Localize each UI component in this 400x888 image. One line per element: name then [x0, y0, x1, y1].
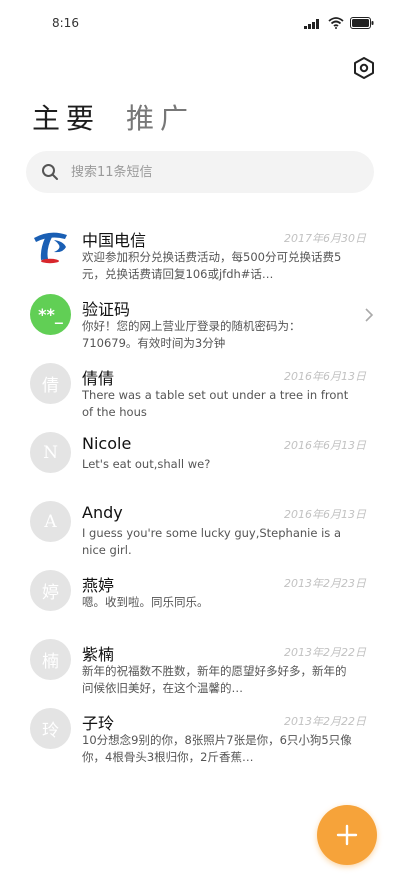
- wifi-icon: [328, 17, 344, 29]
- avatar: A: [30, 501, 71, 542]
- tab-promotions[interactable]: 推广: [126, 97, 194, 137]
- message-sender: Andy: [82, 503, 123, 522]
- settings-hexagon-icon[interactable]: [352, 56, 376, 80]
- search-bar[interactable]: [26, 151, 374, 193]
- message-list: 中国电信 2017年6月30日 欢迎参加积分兑换话费活动，每500分可兑换话费5…: [0, 206, 400, 764]
- message-date: 2017年6月30日: [284, 232, 366, 245]
- status-bar: 8:16: [0, 0, 400, 52]
- message-preview: Let's eat out,shall we?: [82, 457, 211, 471]
- message-item[interactable]: N Nicole 2016年6月13日 Let's eat out,shall …: [0, 413, 400, 482]
- message-item[interactable]: A Andy 2016年6月13日 I guess you're some lu…: [0, 482, 400, 557]
- message-date: 2013年2月23日: [284, 577, 366, 590]
- message-sender: 验证码: [82, 300, 131, 319]
- avatar: 玲: [30, 708, 71, 749]
- avatar: 倩: [30, 363, 71, 404]
- message-item[interactable]: 婷 燕婷 2013年2月23日 嗯。收到啦。同乐同乐。: [0, 551, 400, 620]
- message-sender: 倩倩: [82, 369, 115, 388]
- avatar: **_: [30, 294, 71, 335]
- message-sender: 燕婷: [82, 576, 115, 595]
- message-date: 2016年6月13日: [284, 439, 366, 452]
- message-item-verification[interactable]: **_ 验证码 你好！您的网上营业厅登录的随机密码为：710679。有效时间为3…: [0, 275, 400, 350]
- avatar: 婷: [30, 570, 71, 611]
- chevron-right-icon[interactable]: [364, 307, 374, 323]
- message-sender: 子玲: [82, 714, 115, 733]
- message-preview: 10分想念9别的你，8张照片7张是你，6只小狗5只像你，4根骨头3根归你，2斤香…: [82, 733, 352, 764]
- signal-icon: [304, 18, 319, 29]
- message-date: 2016年6月13日: [284, 370, 366, 383]
- message-sender: 紫楠: [82, 645, 115, 664]
- china-telecom-logo: [30, 225, 71, 266]
- search-input[interactable]: [69, 163, 353, 181]
- message-date: 2013年2月22日: [284, 646, 366, 659]
- status-time: 8:16: [52, 16, 79, 30]
- category-tabs: 主要 推广: [32, 97, 194, 137]
- china-telecom-logo-icon: [34, 232, 67, 264]
- message-date: 2013年2月22日: [284, 715, 366, 728]
- battery-icon: [350, 17, 374, 29]
- message-item[interactable]: 玲 子玲 2013年2月22日 10分想念9别的你，8张照片7张是你，6只小狗5…: [0, 689, 400, 764]
- avatar: 楠: [30, 639, 71, 680]
- plus-icon: [336, 824, 358, 846]
- status-icons: [304, 17, 374, 29]
- message-preview: 嗯。收到啦。同乐同乐。: [82, 595, 209, 609]
- message-sender: 中国电信: [82, 231, 147, 250]
- message-item[interactable]: 楠 紫楠 2013年2月22日 新年的祝福数不胜数，新年的愿望好多好多，新年的问…: [0, 620, 400, 695]
- message-sender: Nicole: [82, 434, 132, 453]
- search-icon: [42, 164, 58, 180]
- message-item-telecom[interactable]: 中国电信 2017年6月30日 欢迎参加积分兑换话费活动，每500分可兑换话费5…: [0, 206, 400, 281]
- new-message-button[interactable]: [317, 805, 377, 865]
- message-date: 2016年6月13日: [284, 508, 366, 521]
- message-item[interactable]: 倩 倩倩 2016年6月13日 There was a table set ou…: [0, 344, 400, 419]
- tab-primary[interactable]: 主要: [32, 97, 100, 137]
- avatar: N: [30, 432, 71, 473]
